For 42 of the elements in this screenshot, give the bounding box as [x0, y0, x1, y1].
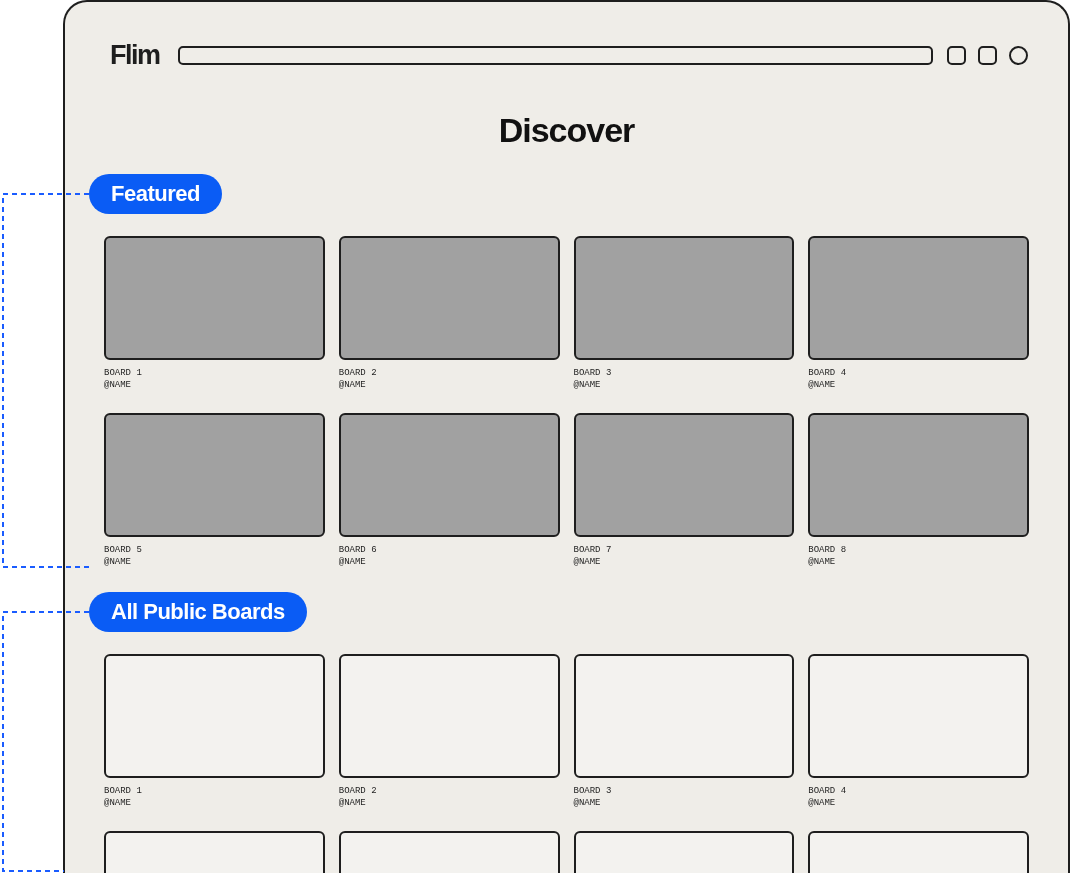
board-owner: @NAME [338, 379, 367, 391]
address-bar[interactable] [177, 45, 933, 65]
board-title: BOARD 6 [338, 544, 378, 556]
board-owner: @NAME [104, 556, 132, 568]
board-thumbnail[interactable] [104, 413, 325, 537]
board-title: BOARD 2 [338, 785, 378, 797]
board-owner: @NAME [104, 797, 132, 809]
board-thumbnail[interactable] [573, 654, 795, 778]
board-thumbnail[interactable] [338, 236, 560, 360]
board-title: BOARD 1 [104, 785, 143, 797]
board-title: BOARD 2 [338, 367, 378, 379]
board-owner: @NAME [808, 556, 837, 568]
board-title: BOARD 7 [573, 544, 613, 556]
board-title: BOARD 5 [104, 544, 143, 556]
section-label: Featured [89, 174, 222, 214]
section-label: All Public Boards [89, 592, 307, 632]
board-owner: @NAME [338, 797, 367, 809]
board-owner: @NAME [104, 379, 132, 391]
board-owner: @NAME [573, 797, 602, 809]
board-thumbnail[interactable] [808, 236, 1029, 360]
board-owner: @NAME [573, 379, 602, 391]
page-title: Discover [497, 110, 636, 150]
board-thumbnail[interactable] [338, 654, 560, 778]
circle-icon[interactable] [1009, 45, 1028, 65]
logo[interactable]: Flim [110, 44, 160, 66]
board-thumbnail[interactable] [104, 654, 325, 778]
board-thumbnail[interactable] [573, 413, 795, 537]
board-owner: @NAME [338, 556, 367, 568]
board-thumbnail[interactable] [573, 236, 795, 360]
board-title: BOARD 4 [808, 367, 848, 379]
board-title: BOARD 1 [104, 367, 143, 379]
board-thumbnail[interactable] [808, 654, 1029, 778]
board-thumbnail[interactable] [338, 413, 560, 537]
board-owner: @NAME [573, 556, 602, 568]
board-title: BOARD 8 [808, 544, 848, 556]
board-title: BOARD 3 [573, 785, 613, 797]
board-thumbnail[interactable] [104, 236, 325, 360]
board-thumbnail[interactable] [808, 413, 1029, 537]
board-owner: @NAME [808, 379, 837, 391]
board-title: BOARD 3 [573, 367, 613, 379]
board-title: BOARD 4 [808, 785, 848, 797]
board-owner: @NAME [808, 797, 837, 809]
